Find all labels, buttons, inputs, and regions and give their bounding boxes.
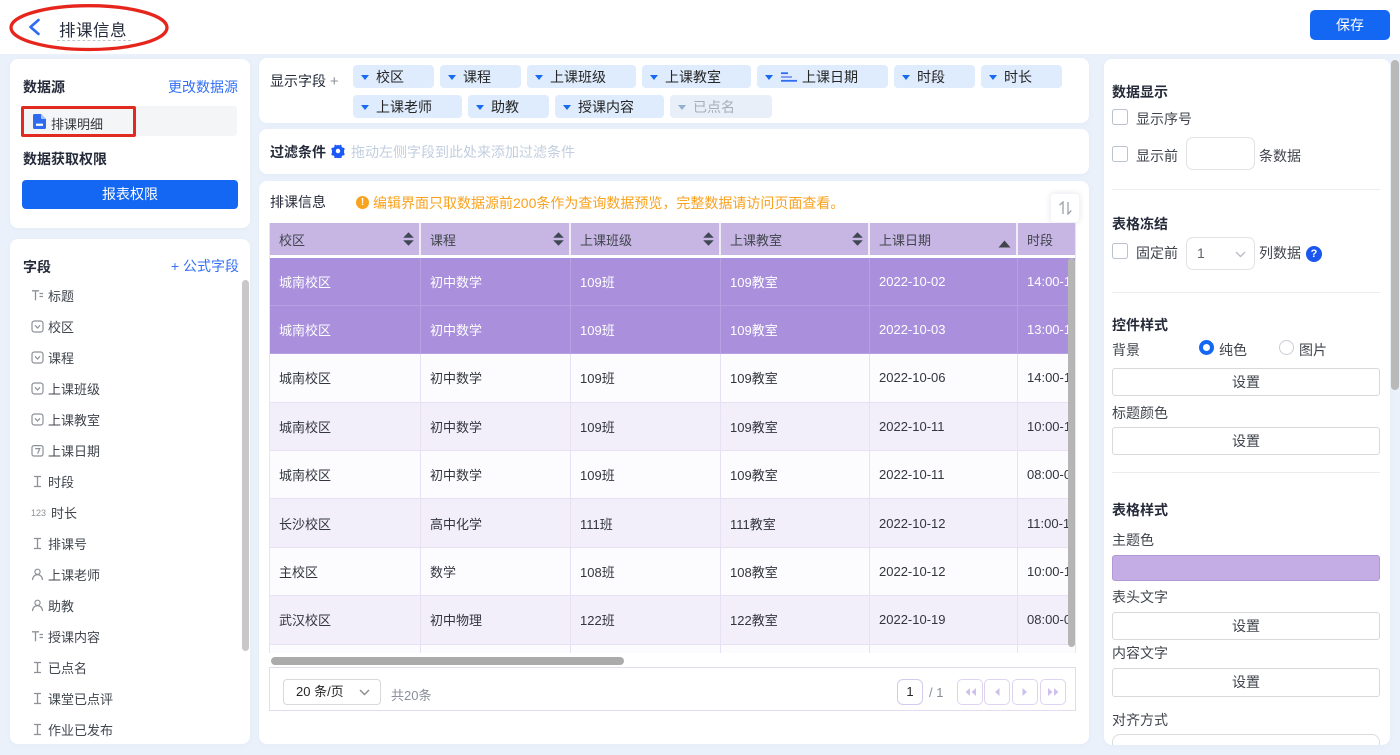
svg-text:123: 123 — [31, 508, 46, 518]
